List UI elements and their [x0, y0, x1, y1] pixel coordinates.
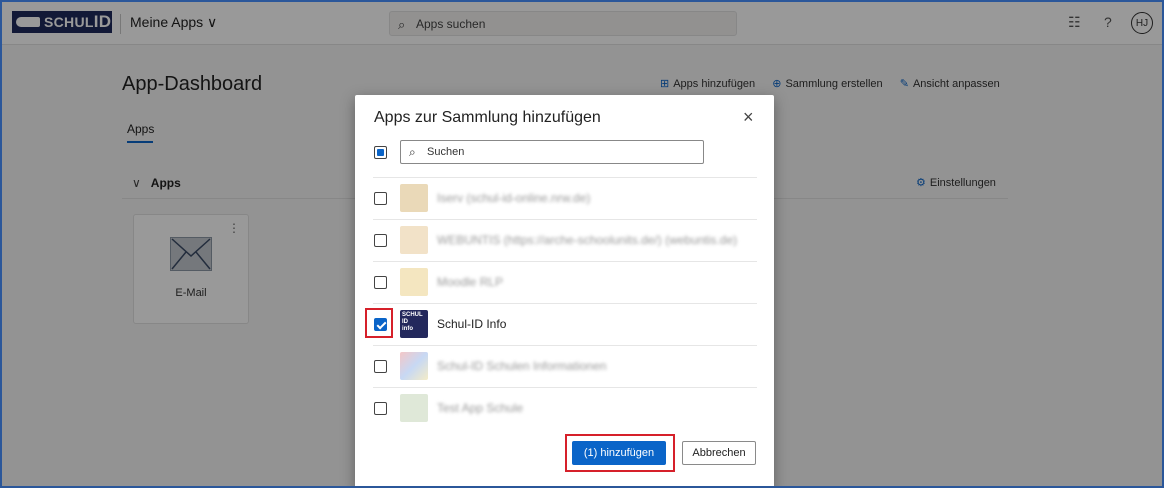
- app-name: Iserv (schul-id-online.nrw.de): [437, 191, 591, 205]
- dialog-search-input[interactable]: ⌕ Suchen: [400, 140, 704, 164]
- close-icon[interactable]: ×: [743, 107, 754, 128]
- app-name: WEBUNTIS (https://arche-schoolunits.de/)…: [437, 233, 738, 247]
- search-placeholder: Suchen: [427, 146, 465, 158]
- app-name: Schul-ID Info: [437, 317, 507, 331]
- app-window: SCHULID Meine Apps ∨ ⌕ Apps suchen ☷ ? H…: [0, 0, 1164, 488]
- list-item[interactable]: SCHUL ID info Schul-ID Info: [373, 303, 757, 346]
- list-item[interactable]: Test App Schule: [373, 387, 757, 430]
- dialog-title: Apps zur Sammlung hinzufügen: [374, 109, 601, 126]
- app-icon: [400, 394, 428, 422]
- search-icon: ⌕: [409, 145, 416, 159]
- app-icon: [400, 268, 428, 296]
- select-all-checkbox[interactable]: [374, 146, 387, 159]
- highlight-box: [565, 434, 675, 472]
- cancel-button[interactable]: Abbrechen: [682, 441, 756, 465]
- app-icon: [400, 184, 428, 212]
- app-checkbox[interactable]: [374, 402, 387, 415]
- list-item[interactable]: WEBUNTIS (https://arche-schoolunits.de/)…: [373, 219, 757, 262]
- app-name: Moodle RLP: [437, 275, 504, 289]
- list-item[interactable]: Iserv (schul-id-online.nrw.de): [373, 177, 757, 220]
- schulid-app-icon: SCHUL ID info: [400, 310, 428, 338]
- app-icon: [400, 352, 428, 380]
- app-icon: [400, 226, 428, 254]
- highlight-box: [365, 308, 393, 338]
- list-item[interactable]: Moodle RLP: [373, 261, 757, 304]
- list-item[interactable]: Schul-ID Schulen Informationen: [373, 345, 757, 388]
- add-apps-dialog: Apps zur Sammlung hinzufügen × ⌕ Suchen …: [355, 95, 774, 486]
- app-checkbox[interactable]: [374, 276, 387, 289]
- app-name: Schul-ID Schulen Informationen: [437, 359, 607, 373]
- app-checkbox[interactable]: [374, 192, 387, 205]
- app-checkbox[interactable]: [374, 360, 387, 373]
- app-checkbox[interactable]: [374, 234, 387, 247]
- app-name: Test App Schule: [437, 401, 524, 415]
